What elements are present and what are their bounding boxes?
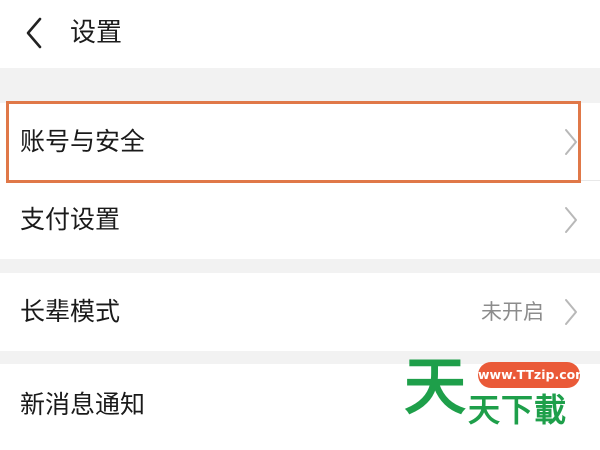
settings-item-account-security[interactable]: 账号与安全	[0, 103, 600, 181]
back-button[interactable]	[18, 14, 54, 52]
settings-item-label: 新消息通知	[20, 390, 146, 419]
chevron-right-icon	[565, 299, 577, 325]
watermark-big-char: 天	[404, 350, 467, 423]
settings-item-label: 长辈模式	[20, 297, 121, 326]
settings-item-label: 支付设置	[20, 205, 121, 234]
settings-item-elder-mode[interactable]: 长辈模式 未开启	[0, 273, 600, 351]
page-title: 设置	[70, 18, 123, 48]
settings-screen: 设置 账号与安全 支付设置 长辈模式 未开启 新消息通知 天 www.TTzip…	[0, 0, 600, 450]
chevron-left-icon	[26, 17, 42, 49]
watermark-logo: 天 www.TTzip.com 天下載	[404, 350, 588, 430]
settings-item-value: 未开启	[481, 300, 544, 324]
watermark-brand-text: 天下載	[468, 391, 568, 429]
watermark-url-badge: www.TTzip.com	[478, 362, 588, 388]
settings-item-payment[interactable]: 支付设置	[0, 181, 600, 259]
chevron-right-icon	[565, 129, 577, 155]
header-bar: 设置	[0, 0, 600, 68]
settings-item-label: 账号与安全	[20, 127, 146, 156]
chevron-right-icon	[565, 207, 577, 233]
